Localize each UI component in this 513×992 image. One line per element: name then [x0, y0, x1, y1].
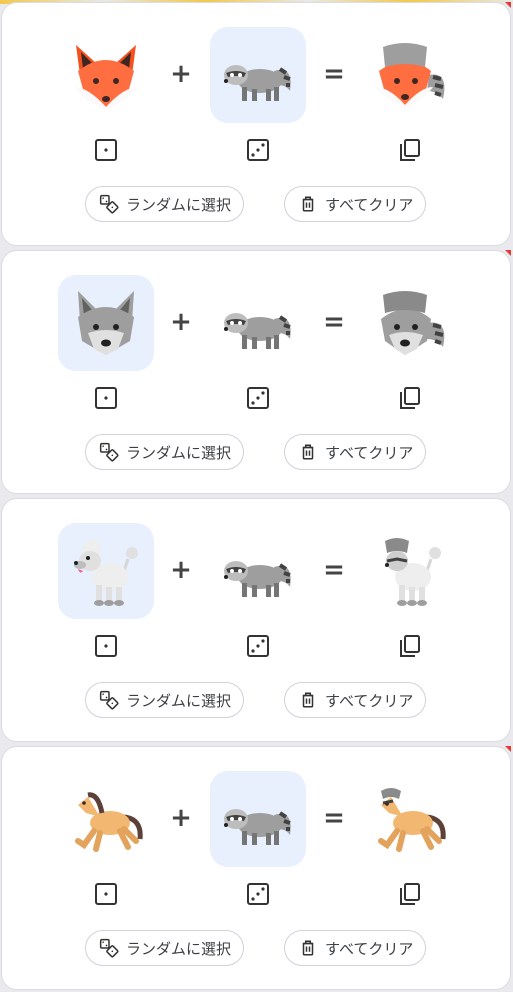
raccoon-emoji [224, 313, 291, 349]
copy-icon[interactable] [396, 633, 422, 659]
horse-raccoon-emoji [378, 788, 446, 852]
dice-one-icon[interactable] [93, 137, 119, 163]
left-emoji-slot[interactable] [58, 771, 154, 867]
left-emoji-slot[interactable] [58, 275, 154, 371]
fox-emoji [74, 45, 138, 109]
dice-three-icon[interactable] [245, 633, 271, 659]
raccoon-emoji [224, 809, 291, 845]
plus-sign: + [170, 59, 192, 89]
dice-three-icon[interactable] [245, 385, 271, 411]
result-emoji-slot [361, 275, 457, 371]
random-select-button[interactable]: ランダムに選択 [85, 186, 245, 222]
left-emoji-slot[interactable] [58, 27, 154, 123]
mix-card-3: + = ランダムに選択 すべてクリア [1, 498, 511, 742]
result-emoji-slot [361, 523, 457, 619]
equals-sign: = [323, 555, 345, 585]
copy-icon[interactable] [396, 137, 422, 163]
right-emoji-slot[interactable] [210, 275, 306, 371]
raccoon-emoji [224, 65, 291, 101]
poodle-raccoon-emoji [385, 538, 441, 606]
mix-card-4: + = ランダムに選択 すべてクリア [1, 746, 511, 990]
random-select-label: ランダムに選択 [126, 939, 232, 958]
equals-sign: = [323, 59, 345, 89]
raccoon-emoji [224, 561, 291, 597]
random-select-button[interactable]: ランダムに選択 [85, 930, 245, 966]
result-emoji-slot [361, 27, 457, 123]
mix-card-2: + = ランダムに選択 すべてクリア [1, 250, 511, 494]
dice-one-icon[interactable] [93, 881, 119, 907]
right-emoji-slot[interactable] [210, 771, 306, 867]
corner-marker [505, 250, 511, 256]
corner-marker [505, 746, 511, 752]
horse-emoji [75, 792, 143, 852]
equals-sign: = [323, 307, 345, 337]
trash-icon [297, 937, 319, 959]
clear-all-label: すべてクリア [325, 939, 414, 958]
left-emoji-slot[interactable] [58, 523, 154, 619]
dice-three-icon[interactable] [245, 881, 271, 907]
mix-card-1: + = ランダムに選択 すべてクリア [1, 2, 511, 246]
corner-marker [505, 2, 511, 8]
plus-sign: + [170, 555, 192, 585]
copy-icon[interactable] [396, 385, 422, 411]
dice-shapes-icon [98, 689, 120, 711]
dice-one-icon[interactable] [93, 385, 119, 411]
dice-three-icon[interactable] [245, 137, 271, 163]
equals-sign: = [323, 803, 345, 833]
trash-icon [297, 689, 319, 711]
random-select-label: ランダムに選択 [126, 195, 232, 214]
dice-shapes-icon [98, 937, 120, 959]
random-select-button[interactable]: ランダムに選択 [85, 682, 245, 718]
copy-icon[interactable] [396, 881, 422, 907]
random-select-label: ランダムに選択 [126, 443, 232, 462]
trash-icon [297, 193, 319, 215]
result-emoji-slot [361, 771, 457, 867]
wolf-emoji [78, 291, 134, 355]
clear-all-button[interactable]: すべてクリア [284, 930, 427, 966]
dice-shapes-icon [98, 193, 120, 215]
right-emoji-slot[interactable] [210, 523, 306, 619]
fox-raccoon-emoji [375, 43, 445, 107]
clear-all-label: すべてクリア [325, 195, 414, 214]
random-select-label: ランダムに選択 [126, 691, 232, 710]
dice-shapes-icon [98, 441, 120, 463]
clear-all-label: すべてクリア [325, 443, 414, 462]
plus-sign: + [170, 307, 192, 337]
right-emoji-slot[interactable] [210, 27, 306, 123]
clear-all-button[interactable]: すべてクリア [284, 186, 427, 222]
trash-icon [297, 441, 319, 463]
dice-one-icon[interactable] [93, 633, 119, 659]
poodle-emoji [74, 540, 138, 606]
clear-all-button[interactable]: すべてクリア [284, 682, 427, 718]
clear-all-button[interactable]: すべてクリア [284, 434, 427, 470]
plus-sign: + [170, 803, 192, 833]
wolf-raccoon-emoji [381, 291, 445, 355]
clear-all-label: すべてクリア [325, 691, 414, 710]
random-select-button[interactable]: ランダムに選択 [85, 434, 245, 470]
